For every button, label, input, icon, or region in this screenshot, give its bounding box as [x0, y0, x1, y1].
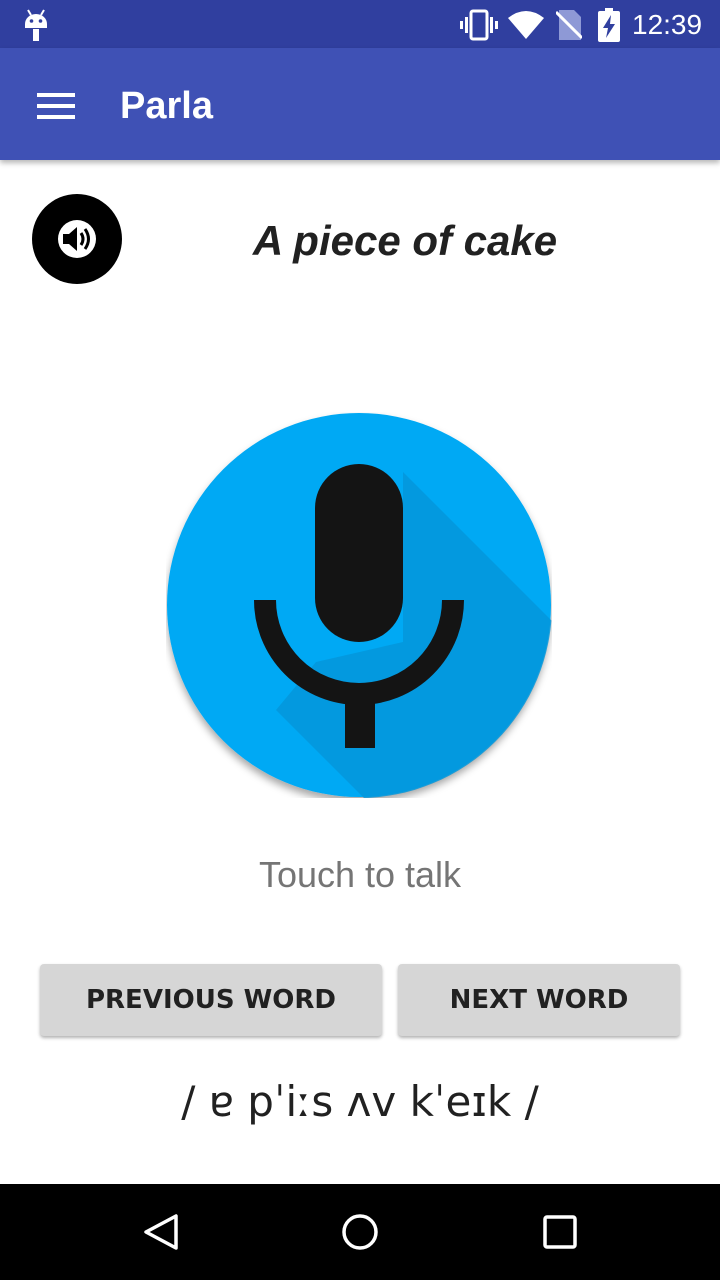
back-icon[interactable] [128, 1200, 192, 1264]
touch-to-talk-label: Touch to talk [258, 854, 462, 895]
app-bar: Parla [0, 48, 720, 160]
next-word-button[interactable]: NEXT WORD [398, 964, 680, 1036]
android-icon [25, 9, 47, 41]
pronunciation-text: / ɐ pˈiːs ʌv kˈeɪk / [181, 1077, 539, 1126]
previous-word-button[interactable]: PREVIOUS WORD [40, 964, 382, 1036]
home-icon[interactable] [328, 1200, 392, 1264]
wifi-icon [508, 11, 544, 39]
status-time: 12:39 [632, 9, 703, 40]
navigation-bar [0, 1184, 720, 1280]
menu-icon[interactable] [28, 84, 84, 128]
microphone-button[interactable] [166, 412, 552, 798]
speaker-icon [58, 220, 96, 258]
phrase-text: A piece of cake [252, 217, 558, 264]
recent-apps-icon[interactable] [528, 1200, 592, 1264]
vibrate-icon [460, 9, 498, 41]
status-bar: 12:39 [0, 0, 720, 48]
no-sim-icon [556, 10, 582, 40]
speaker-button[interactable] [32, 194, 122, 284]
app-title: Parla [120, 85, 213, 127]
battery-charging-icon [598, 8, 620, 42]
